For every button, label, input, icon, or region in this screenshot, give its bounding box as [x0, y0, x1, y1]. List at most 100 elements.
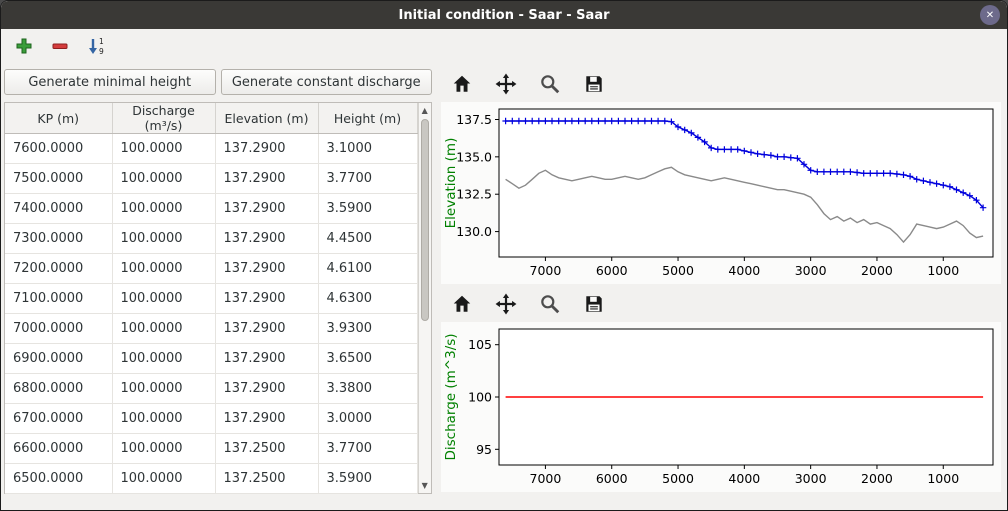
table-cell[interactable]: 100.0000	[112, 164, 215, 194]
table-scrollbar[interactable]: ▲ ▼	[418, 103, 432, 493]
table-row: 7100.0000100.0000137.29004.6300	[5, 284, 417, 314]
titlebar[interactable]: Initial condition - Saar - Saar ✕	[1, 1, 1007, 29]
svg-text:6000: 6000	[596, 263, 628, 278]
table-cell[interactable]: 7300.0000	[5, 224, 112, 254]
table-cell[interactable]: 7600.0000	[5, 134, 112, 164]
table-cell[interactable]: 100.0000	[112, 374, 215, 404]
scrollbar-thumb[interactable]	[421, 119, 430, 321]
table-cell[interactable]: 7200.0000	[5, 254, 112, 284]
table-cell[interactable]: 6800.0000	[5, 374, 112, 404]
table-cell[interactable]: 100.0000	[112, 134, 215, 164]
generate-constant-discharge-button[interactable]: Generate constant discharge	[221, 69, 433, 95]
table-cell[interactable]: 137.2900	[215, 314, 318, 344]
table-row: 6700.0000100.0000137.29003.0000	[5, 404, 417, 434]
zoom-icon	[539, 293, 561, 315]
column-header[interactable]: Discharge (m³/s)	[112, 103, 215, 134]
svg-text:Discharge (m^3/s): Discharge (m^3/s)	[443, 333, 459, 460]
home-icon	[451, 293, 473, 315]
svg-text:1: 1	[99, 37, 104, 46]
close-button[interactable]: ✕	[980, 5, 1000, 25]
svg-text:6000: 6000	[596, 471, 628, 486]
table-cell[interactable]: 3.3800	[318, 374, 417, 404]
svg-text:1000: 1000	[927, 471, 959, 486]
table-cell[interactable]: 3.0000	[318, 404, 417, 434]
table-panel: Generate minimal height Generate constan…	[1, 63, 435, 510]
table-cell[interactable]: 7100.0000	[5, 284, 112, 314]
table-cell[interactable]: 100.0000	[112, 464, 215, 494]
scroll-up-button[interactable]: ▲	[419, 103, 432, 118]
pan-button[interactable]	[491, 290, 521, 318]
column-header[interactable]: KP (m)	[5, 103, 112, 134]
table-cell[interactable]: 4.4500	[318, 224, 417, 254]
table-cell[interactable]: 100.0000	[112, 314, 215, 344]
initial-condition-table: KP (m)Discharge (m³/s)Elevation (m)Heigh…	[5, 103, 418, 494]
table-cell[interactable]: 137.2900	[215, 254, 318, 284]
home-icon	[451, 73, 473, 95]
table-cell[interactable]: 6500.0000	[5, 464, 112, 494]
add-row-button[interactable]	[10, 33, 38, 59]
table-cell[interactable]: 137.2900	[215, 134, 318, 164]
table-cell[interactable]: 7500.0000	[5, 164, 112, 194]
table-cell[interactable]: 100.0000	[112, 404, 215, 434]
svg-text:9: 9	[99, 47, 104, 56]
table-cell[interactable]: 4.6300	[318, 284, 417, 314]
table-row: 7500.0000100.0000137.29003.7700	[5, 164, 417, 194]
zoom-button[interactable]	[535, 70, 565, 98]
table-cell[interactable]: 137.2500	[215, 434, 318, 464]
home-button[interactable]	[447, 290, 477, 318]
svg-text:130.0: 130.0	[456, 224, 492, 239]
table-cell[interactable]: 137.2900	[215, 164, 318, 194]
zoom-icon	[539, 73, 561, 95]
table-cell[interactable]: 100.0000	[112, 224, 215, 254]
svg-text:Elevation (m): Elevation (m)	[443, 138, 459, 229]
discharge-plot[interactable]: 700060005000400030002000100010510095Disc…	[441, 322, 1001, 492]
table-cell[interactable]: 100.0000	[112, 254, 215, 284]
table-cell[interactable]: 137.2900	[215, 344, 318, 374]
plots-panel: 7000600050004000300020001000137.5135.013…	[435, 63, 1007, 510]
save-button[interactable]	[579, 70, 609, 98]
table-cell[interactable]: 3.5900	[318, 194, 417, 224]
table-cell[interactable]: 3.1000	[318, 134, 417, 164]
table-cell[interactable]: 137.2900	[215, 374, 318, 404]
table-cell[interactable]: 100.0000	[112, 434, 215, 464]
table-cell[interactable]: 3.6500	[318, 344, 417, 374]
table-cell[interactable]: 4.6100	[318, 254, 417, 284]
sort-button[interactable]: 1 9	[82, 33, 110, 59]
generate-minimal-height-button[interactable]: Generate minimal height	[4, 69, 216, 95]
column-header[interactable]: Elevation (m)	[215, 103, 318, 134]
table-cell[interactable]: 3.7700	[318, 434, 417, 464]
table-cell[interactable]: 3.9300	[318, 314, 417, 344]
remove-row-button[interactable]	[46, 33, 74, 59]
svg-text:100: 100	[468, 390, 492, 405]
svg-text:2000: 2000	[861, 263, 893, 278]
table-cell[interactable]: 7400.0000	[5, 194, 112, 224]
add-row-icon	[14, 36, 34, 56]
table-cell[interactable]: 100.0000	[112, 344, 215, 374]
zoom-button[interactable]	[535, 290, 565, 318]
table-cell[interactable]: 137.2900	[215, 224, 318, 254]
table-cell[interactable]: 137.2900	[215, 404, 318, 434]
table-cell[interactable]: 7000.0000	[5, 314, 112, 344]
table-cell[interactable]: 137.2500	[215, 464, 318, 494]
scroll-down-button[interactable]: ▼	[419, 478, 432, 493]
table-cell[interactable]: 6900.0000	[5, 344, 112, 374]
home-button[interactable]	[447, 70, 477, 98]
elevation-plot[interactable]: 7000600050004000300020001000137.5135.013…	[441, 102, 1001, 284]
column-header[interactable]: Height (m)	[318, 103, 417, 134]
table-row: 7200.0000100.0000137.29004.6100	[5, 254, 417, 284]
table-cell[interactable]: 100.0000	[112, 194, 215, 224]
scrollbar-track[interactable]	[419, 118, 432, 478]
table-cell[interactable]: 100.0000	[112, 284, 215, 314]
table-cell[interactable]: 6700.0000	[5, 404, 112, 434]
table-cell[interactable]: 137.2900	[215, 284, 318, 314]
table-cell[interactable]: 3.5900	[318, 464, 417, 494]
svg-text:3000: 3000	[795, 263, 827, 278]
table-cell[interactable]: 6600.0000	[5, 434, 112, 464]
save-button[interactable]	[579, 290, 609, 318]
table-cell[interactable]: 3.7700	[318, 164, 417, 194]
initial-condition-table-wrap: KP (m)Discharge (m³/s)Elevation (m)Heigh…	[4, 102, 432, 494]
table-row: 7000.0000100.0000137.29003.9300	[5, 314, 417, 344]
svg-text:5000: 5000	[662, 471, 694, 486]
pan-button[interactable]	[491, 70, 521, 98]
table-cell[interactable]: 137.2900	[215, 194, 318, 224]
